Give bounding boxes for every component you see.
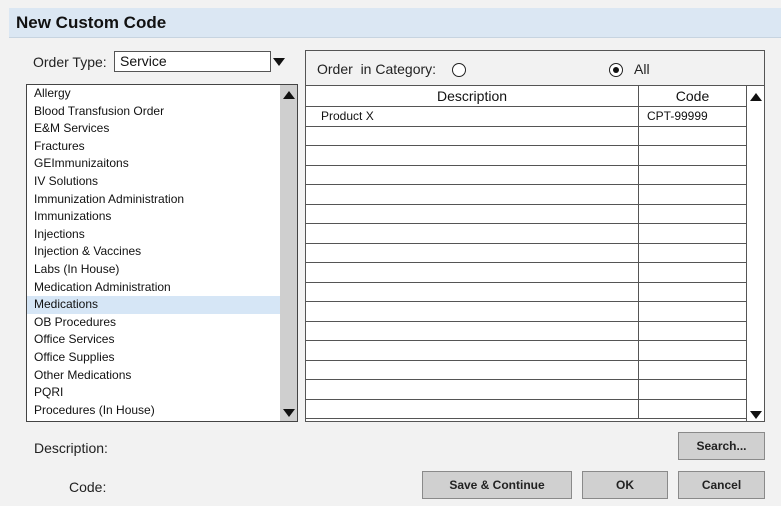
description-cell [306, 360, 639, 379]
description-cell [306, 302, 639, 321]
category-item[interactable]: OB Procedures [27, 314, 280, 332]
category-item[interactable]: Immunization Administration [27, 191, 280, 209]
all-radio[interactable] [609, 63, 623, 77]
code-label: Code: [69, 479, 107, 495]
category-item[interactable]: PQRI [27, 384, 280, 402]
category-item[interactable]: Office Services [27, 331, 280, 349]
orders-table-scrollbar[interactable] [746, 86, 764, 421]
description-cell [306, 263, 639, 282]
scroll-up-icon[interactable] [283, 91, 295, 99]
table-row[interactable] [306, 263, 746, 283]
category-item[interactable]: Injection & Vaccines [27, 243, 280, 261]
search-button[interactable]: Search... [678, 432, 765, 460]
order-type-select[interactable]: Service [114, 51, 271, 72]
table-row[interactable] [306, 185, 746, 205]
category-item[interactable]: Medications [27, 296, 280, 314]
category-item[interactable]: Medication Administration [27, 279, 280, 297]
code-cell [639, 322, 746, 341]
cancel-button[interactable]: Cancel [678, 471, 765, 499]
category-item[interactable]: IV Solutions [27, 173, 280, 191]
order-in-category-radio[interactable] [452, 63, 466, 77]
new-custom-code-dialog: New Custom Code Order Type: Service Alle… [0, 0, 781, 506]
order-type-label: Order Type: [33, 54, 107, 70]
code-cell [639, 166, 746, 185]
code-cell [639, 244, 746, 263]
description-cell [306, 399, 639, 418]
scroll-down-icon[interactable] [283, 409, 295, 417]
category-item[interactable]: Blood Transfusion Order [27, 103, 280, 121]
description-label: Description: [34, 440, 108, 456]
description-cell [306, 341, 639, 360]
description-cell [306, 126, 639, 145]
orders-table: Description Code Product X CPT-99999 [306, 85, 764, 421]
description-cell [306, 321, 639, 340]
save-continue-button[interactable]: Save & Continue [422, 471, 572, 499]
category-list[interactable]: Allergy Blood Transfusion Order E&M Servic… [26, 84, 298, 422]
category-item[interactable]: GEImmunizaitons [27, 155, 280, 173]
table-row[interactable] [306, 243, 746, 263]
orders-panel: Order in Category: All Description Code … [305, 50, 765, 422]
table-body: Product X CPT-99999 [306, 107, 746, 419]
description-cell [306, 282, 639, 301]
description-cell [306, 224, 639, 243]
ok-button[interactable]: OK [582, 471, 668, 499]
dropdown-arrow-icon[interactable] [273, 58, 285, 66]
table-row[interactable] [306, 146, 746, 166]
all-radio-label: All [634, 61, 650, 77]
code-cell [639, 380, 746, 399]
code-column-header[interactable]: Code [639, 86, 746, 107]
table-row[interactable] [306, 204, 746, 224]
description-cell [306, 380, 639, 399]
category-item[interactable]: Fractures [27, 138, 280, 156]
table-row[interactable] [306, 302, 746, 322]
code-cell [639, 127, 746, 146]
code-cell [639, 283, 746, 302]
code-cell [639, 205, 746, 224]
code-cell [639, 341, 746, 360]
code-cell [639, 302, 746, 321]
code-cell [639, 263, 746, 282]
category-item[interactable]: Allergy [27, 85, 280, 103]
code-cell: CPT-99999 [647, 109, 708, 123]
category-item[interactable]: Office Supplies [27, 349, 280, 367]
scroll-down-icon[interactable] [750, 411, 762, 419]
table-row[interactable] [306, 399, 746, 419]
code-cell [639, 361, 746, 380]
category-item[interactable]: Injections [27, 226, 280, 244]
table-row[interactable] [306, 380, 746, 400]
dialog-title: New Custom Code [16, 13, 167, 32]
table-row[interactable] [306, 321, 746, 341]
description-cell [306, 185, 639, 204]
table-header: Description Code [306, 86, 746, 107]
code-cell [639, 224, 746, 243]
table-row[interactable] [306, 341, 746, 361]
table-row[interactable] [306, 224, 746, 244]
description-cell [306, 165, 639, 184]
code-cell [639, 185, 746, 204]
description-cell [306, 243, 639, 262]
code-cell [639, 146, 746, 165]
category-item[interactable]: E&M Services [27, 120, 280, 138]
table-row[interactable]: Product X CPT-99999 [306, 107, 746, 127]
description-cell [306, 146, 639, 165]
category-item[interactable]: Labs (In House) [27, 261, 280, 279]
table-row[interactable] [306, 126, 746, 146]
category-items: Allergy Blood Transfusion Order E&M Servic… [27, 85, 280, 419]
dialog-titlebar: New Custom Code [9, 8, 781, 38]
table-row[interactable] [306, 165, 746, 185]
category-item[interactable]: Procedures (In House) [27, 402, 280, 420]
category-item[interactable]: Other Medications [27, 367, 280, 385]
table-row[interactable] [306, 360, 746, 380]
scroll-up-icon[interactable] [750, 93, 762, 101]
description-column-header[interactable]: Description [306, 86, 639, 107]
category-list-scrollbar[interactable] [280, 85, 297, 421]
code-cell [639, 400, 746, 419]
order-in-category-label: Order in Category: [317, 61, 437, 77]
category-item[interactable]: Immunizations [27, 208, 280, 226]
description-cell [306, 204, 639, 223]
table-row[interactable] [306, 282, 746, 302]
description-cell: Product X [306, 107, 639, 126]
